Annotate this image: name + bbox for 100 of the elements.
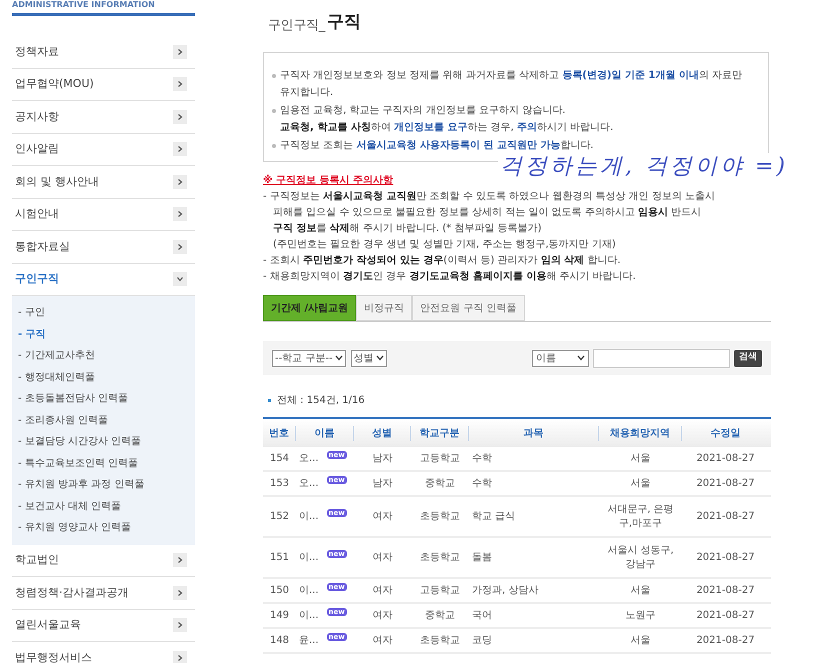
submenu-item[interactable]: - 유치원 영양교사 인력풀 (18, 517, 195, 538)
table-cell-text: 154 (270, 452, 290, 466)
submenu-item[interactable]: - 유치원 방과후 과정 인력풀 (18, 474, 195, 496)
notice-text: 임용전 교육청, 학교는 구직자의 개인정보를 요구하지 않습니다. 교육청, 학교를 사칭하여 개인정보를 요구하는 경우, 주의하시기 바랍니다. (280, 104, 614, 135)
column-header: 이름 (314, 426, 334, 440)
table-cell-text: 초등학교 (420, 634, 460, 648)
column-header: 과목 (524, 426, 544, 440)
table-cell-text: 2021-08-27 (696, 551, 755, 565)
page-title: 구직 (326, 10, 361, 34)
table-cell-text: 초등학교 (420, 551, 460, 565)
chevron-right-icon (173, 207, 187, 222)
school-type-select[interactable]: --학교 구분-- (272, 350, 346, 366)
table-cell-text: 이... (299, 551, 319, 565)
table-cell: 서울 (630, 452, 650, 466)
sidebar-heading: ADMINISTRATIVE INFORMATION (12, 0, 156, 10)
table-cell-text: 2021-08-27 (696, 634, 755, 648)
table-cell-text: 서대문구, 은평구,마포구 (606, 502, 675, 530)
chevron-right-icon (173, 174, 187, 189)
submenu-item[interactable]: - 기간제교사추천 (18, 345, 195, 366)
submenu-item[interactable]: - 구직 (18, 324, 195, 345)
table-cell-text: 가정과, 상담사 (472, 584, 538, 598)
submenu-item[interactable]: - 초등돌봄전담사 인력풀 (18, 388, 195, 410)
tab[interactable]: 비정규직 (356, 295, 412, 321)
table-cell-text: 코딩 (472, 634, 492, 648)
table-cell-text: 수학 (472, 477, 492, 491)
chevron-right-icon (173, 77, 187, 92)
table-cell-text: 돌봄 (472, 551, 492, 565)
table-cell: 서울 (630, 634, 650, 648)
chevron-right-icon (173, 142, 187, 156)
dropdown-caret-icon (376, 355, 384, 361)
result-count: 전체 : 154건, 1/16 (277, 394, 365, 408)
table-cell: 서울 (630, 584, 650, 598)
notice-text: 구직정보 조회는 서울시교육청 사용자등록이 된 교직원만 가능합니다. (280, 139, 594, 153)
submenu-item[interactable]: - 행정대체인력풀 (18, 366, 195, 388)
table-cell-text: 초등학교 (420, 510, 460, 524)
search-field[interactable] (593, 348, 730, 368)
sidebar-item[interactable]: 시험안내 (12, 198, 195, 231)
table-cell-text: 중학교 (425, 477, 455, 491)
sidebar-item[interactable]: 통합자료실 (12, 231, 195, 264)
sidebar-item[interactable]: 업무협약(MOU) (12, 68, 195, 101)
search-button[interactable]: 검색 (734, 350, 762, 366)
submenu-item[interactable]: - 보결담당 시간강사 인력풀 (18, 431, 195, 452)
table-cell-text: 여자 (372, 584, 392, 598)
table-cell-text: 여자 (372, 510, 392, 524)
table-cell-text: 국어 (472, 609, 492, 623)
table-cell-text: 오... (299, 452, 319, 466)
sidebar-item[interactable]: 정책자료 (12, 36, 195, 68)
submenu-item[interactable]: - 특수교육보조인력 인력풀 (18, 452, 195, 474)
table-cell-text: 이... (299, 584, 319, 598)
chevron-right-icon (173, 110, 187, 124)
bullet-icon (272, 144, 276, 148)
bullet-icon (268, 399, 271, 402)
column-header: 성별 (372, 426, 392, 440)
sidebar-item[interactable]: 회의 및 행사안내 (12, 166, 195, 198)
column-header: 학교구분 (420, 426, 460, 440)
table-cell: 서울 (630, 476, 650, 490)
submenu-item[interactable]: - 보건교사 대체 인력풀 (18, 496, 195, 517)
gender-select[interactable]: 성별 (350, 350, 387, 366)
bullet-icon (272, 109, 276, 113)
sidebar-item[interactable]: 공지사항 (12, 101, 195, 134)
table-cell-text: 2021-08-27 (696, 477, 755, 491)
sidebar-item[interactable]: 학교법인 (12, 544, 195, 577)
column-header: 채용희망지역 (610, 426, 670, 440)
table-cell-text: 오... (299, 477, 319, 491)
table-cell-text: 2021-08-27 (696, 510, 755, 524)
chevron-right-icon (173, 44, 187, 59)
chevron-right-icon (173, 553, 187, 568)
table-cell-text: 여자 (372, 634, 392, 648)
sidebar-item[interactable]: 청렴정책·감사결과공개 (12, 577, 195, 610)
table-cell: 노원구 (626, 608, 656, 622)
caution-text: - 채용희망지역이 경기도인 경우 경기도교육청 홈페이지를 이용해 주시기 바랍니다. (263, 270, 637, 284)
column-header: 수정일 (710, 426, 740, 440)
tab[interactable]: 안전요원 구직 인력풀 (412, 295, 524, 321)
bullet-icon (272, 74, 276, 78)
sidebar-item[interactable]: 법무행정서비스 (12, 642, 195, 663)
submenu-item[interactable]: - 구인 (18, 302, 195, 324)
table-cell-text: 남자 (372, 452, 392, 466)
tab[interactable]: 기간제 /사립교원 (263, 295, 356, 321)
sidebar-item[interactable]: 인사알림 (12, 134, 195, 166)
chevron-down-icon (173, 272, 187, 286)
caution-title: ※ 구직정보 등록시 주의사항 (263, 174, 394, 188)
dropdown-caret-icon (577, 355, 585, 361)
table-cell-text: 2021-08-27 (696, 452, 755, 466)
table-cell-text: 고등학교 (420, 584, 460, 598)
table-cell-text: 여자 (372, 609, 392, 623)
submenu-item[interactable]: - 조리종사원 인력풀 (18, 410, 195, 431)
chevron-right-icon (173, 240, 187, 254)
table-cell-text: 이... (299, 510, 319, 524)
table-cell-text: 서울시 성동구, 강남구 (606, 544, 675, 572)
notice-text: 구직자 개인정보보호와 정보 정제를 위해 과거자료를 삭제하고 등록(변경)일 기준 1개월 이내의 자료만 유지합니다. (280, 69, 743, 100)
table-cell-text: 이... (299, 609, 319, 623)
sidebar-item[interactable]: 열린서울교육 (12, 610, 195, 642)
table-cell-text: 남자 (372, 477, 392, 491)
table-cell-text: 2021-08-27 (696, 584, 755, 598)
table-cell-text: 152 (270, 510, 290, 524)
breadcrumb-section: 구인구직_ (268, 16, 325, 35)
table-cell-text: 고등학교 (420, 452, 460, 466)
table-cell-text: 151 (270, 551, 290, 565)
table-cell-text: 2021-08-27 (696, 609, 755, 623)
search-type-select[interactable]: 이름 (532, 350, 589, 366)
